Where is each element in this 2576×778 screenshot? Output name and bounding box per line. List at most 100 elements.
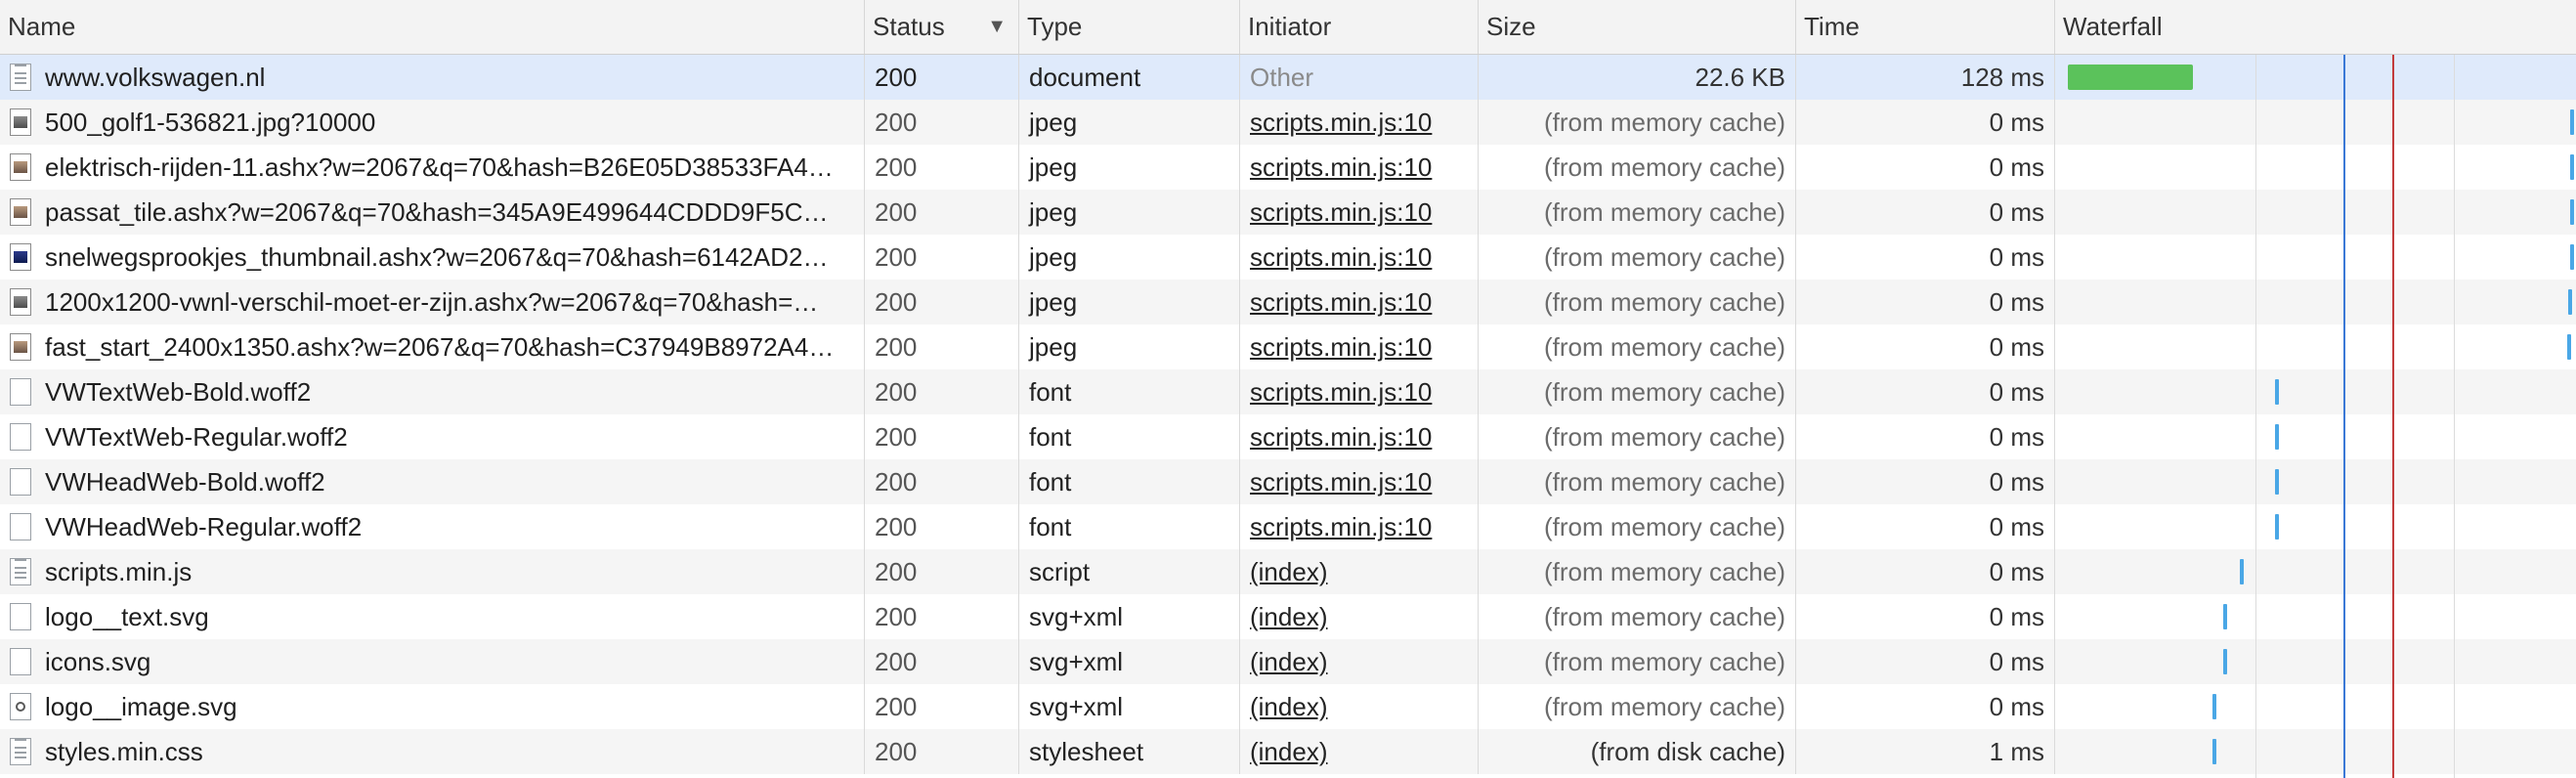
request-name[interactable]: VWTextWeb-Regular.woff2 <box>0 414 865 459</box>
initiator-link[interactable]: scripts.min.js:10 <box>1250 152 1432 182</box>
request-time: 0 ms <box>1796 594 2055 639</box>
initiator-link[interactable]: (index) <box>1250 692 1327 721</box>
request-name[interactable]: scripts.min.js <box>0 549 865 594</box>
table-row[interactable]: logo__text.svg 200 svg+xml (index) (from mem… <box>0 594 2576 639</box>
request-initiator[interactable]: scripts.min.js:10 <box>1240 414 1479 459</box>
request-name[interactable]: 500_golf1-536821.jpg?10000 <box>0 100 865 145</box>
initiator-link[interactable]: (index) <box>1250 602 1327 631</box>
column-header-initiator[interactable]: Initiator <box>1240 0 1479 54</box>
request-initiator[interactable]: (index) <box>1240 549 1479 594</box>
request-size: (from memory cache) <box>1479 145 1796 190</box>
request-name-text: scripts.min.js <box>45 557 193 586</box>
request-type: jpeg <box>1019 235 1240 280</box>
table-row[interactable]: icons.svg 200 svg+xml (index) (from memory c… <box>0 639 2576 684</box>
table-row[interactable]: VWTextWeb-Regular.woff2 200 font scripts.mi… <box>0 414 2576 459</box>
request-initiator[interactable]: (index) <box>1240 639 1479 684</box>
request-name[interactable]: VWHeadWeb-Regular.woff2 <box>0 504 865 549</box>
initiator-link[interactable]: scripts.min.js:10 <box>1250 467 1432 497</box>
column-header-size[interactable]: Size <box>1479 0 1796 54</box>
request-size: (from disk cache) <box>1479 729 1796 774</box>
table-row[interactable]: www.volkswagen.nl 200 document Other 22.6 KB… <box>0 55 2576 100</box>
request-initiator[interactable]: scripts.min.js:10 <box>1240 324 1479 369</box>
table-row[interactable]: elektrisch-rijden-11.ashx?w=2067&q=70&ha… <box>0 145 2576 190</box>
request-initiator[interactable]: scripts.min.js:10 <box>1240 235 1479 280</box>
request-initiator[interactable]: scripts.min.js:10 <box>1240 145 1479 190</box>
request-name[interactable]: fast_start_2400x1350.ashx?w=2067&q=70&ha… <box>0 324 865 369</box>
request-status: 200 <box>865 504 1019 549</box>
table-row[interactable]: 1200x1200-vwnl-verschil-moet-er-zijn.ash… <box>0 280 2576 324</box>
initiator-text: Other <box>1250 63 1314 92</box>
request-initiator[interactable]: scripts.min.js:10 <box>1240 504 1479 549</box>
waterfall-timing-tick <box>2212 739 2216 764</box>
waterfall-cell <box>2055 639 2576 684</box>
column-header-status[interactable]: Status ▼ <box>865 0 1019 54</box>
request-type: jpeg <box>1019 280 1240 324</box>
request-type: script <box>1019 549 1240 594</box>
table-row[interactable]: VWHeadWeb-Regular.woff2 200 font scripts.mi… <box>0 504 2576 549</box>
request-name[interactable]: logo__text.svg <box>0 594 865 639</box>
table-row[interactable]: snelwegsprookjes_thumbnail.ashx?w=2067&q… <box>0 235 2576 280</box>
request-type: svg+xml <box>1019 639 1240 684</box>
image-icon <box>10 333 31 361</box>
request-size: (from memory cache) <box>1479 280 1796 324</box>
request-type: jpeg <box>1019 324 1240 369</box>
request-name[interactable]: styles.min.css <box>0 729 865 774</box>
request-initiator[interactable]: scripts.min.js:10 <box>1240 459 1479 504</box>
waterfall-gridline <box>2255 55 2256 778</box>
initiator-link[interactable]: scripts.min.js:10 <box>1250 512 1432 541</box>
column-header-name[interactable]: Name <box>0 0 865 54</box>
column-header-type[interactable]: Type <box>1019 0 1240 54</box>
request-initiator[interactable]: scripts.min.js:10 <box>1240 100 1479 145</box>
table-row[interactable]: VWHeadWeb-Bold.woff2 200 font scripts.min.j… <box>0 459 2576 504</box>
table-row[interactable]: passat_tile.ashx?w=2067&q=70&hash=345A9E… <box>0 190 2576 235</box>
request-name[interactable]: VWTextWeb-Bold.woff2 <box>0 369 865 414</box>
request-name[interactable]: icons.svg <box>0 639 865 684</box>
request-size: (from memory cache) <box>1479 324 1796 369</box>
waterfall-cell <box>2055 145 2576 190</box>
request-name-text: logo__text.svg <box>45 602 209 631</box>
request-status: 200 <box>865 280 1019 324</box>
column-header-time[interactable]: Time <box>1796 0 2055 54</box>
waterfall-cell <box>2055 594 2576 639</box>
sort-descending-icon: ▼ <box>987 16 1007 37</box>
table-row[interactable]: fast_start_2400x1350.ashx?w=2067&q=70&ha… <box>0 324 2576 369</box>
table-row[interactable]: VWTextWeb-Bold.woff2 200 font scripts.min.j… <box>0 369 2576 414</box>
initiator-link[interactable]: (index) <box>1250 647 1327 676</box>
request-size: (from memory cache) <box>1479 639 1796 684</box>
initiator-link[interactable]: (index) <box>1250 737 1327 766</box>
initiator-link[interactable]: (index) <box>1250 557 1327 586</box>
table-row[interactable]: 500_golf1-536821.jpg?10000 200 jpeg scripts… <box>0 100 2576 145</box>
request-initiator[interactable]: (index) <box>1240 684 1479 729</box>
request-initiator[interactable]: (index) <box>1240 594 1479 639</box>
column-header-waterfall[interactable]: Waterfall <box>2055 0 2576 54</box>
request-name[interactable]: passat_tile.ashx?w=2067&q=70&hash=345A9E… <box>0 190 865 235</box>
request-name[interactable]: 1200x1200-vwnl-verschil-moet-er-zijn.ash… <box>0 280 865 324</box>
initiator-link[interactable]: scripts.min.js:10 <box>1250 108 1432 137</box>
initiator-link[interactable]: scripts.min.js:10 <box>1250 287 1432 317</box>
request-status: 200 <box>865 369 1019 414</box>
request-name[interactable]: logo__image.svg <box>0 684 865 729</box>
load-event-marker <box>2392 55 2394 778</box>
request-name[interactable]: VWHeadWeb-Bold.woff2 <box>0 459 865 504</box>
initiator-link[interactable]: scripts.min.js:10 <box>1250 377 1432 407</box>
request-name-text: passat_tile.ashx?w=2067&q=70&hash=345A9E… <box>45 197 829 227</box>
waterfall-cell <box>2055 729 2576 774</box>
table-row[interactable]: styles.min.css 200 stylesheet (index) (from … <box>0 729 2576 774</box>
waterfall-timing-tick <box>2570 244 2574 270</box>
request-time: 0 ms <box>1796 324 2055 369</box>
request-initiator[interactable]: scripts.min.js:10 <box>1240 369 1479 414</box>
initiator-link[interactable]: scripts.min.js:10 <box>1250 242 1432 272</box>
waterfall-timing-tick <box>2570 154 2574 180</box>
initiator-link[interactable]: scripts.min.js:10 <box>1250 422 1432 452</box>
initiator-link[interactable]: scripts.min.js:10 <box>1250 332 1432 362</box>
request-initiator[interactable]: (index) <box>1240 729 1479 774</box>
table-row[interactable]: scripts.min.js 200 script (index) (from memo… <box>0 549 2576 594</box>
request-initiator[interactable]: scripts.min.js:10 <box>1240 280 1479 324</box>
request-name[interactable]: elektrisch-rijden-11.ashx?w=2067&q=70&ha… <box>0 145 865 190</box>
request-name[interactable]: www.volkswagen.nl <box>0 55 865 100</box>
request-initiator[interactable]: scripts.min.js:10 <box>1240 190 1479 235</box>
table-row[interactable]: logo__image.svg 200 svg+xml (index) (from me… <box>0 684 2576 729</box>
request-time: 0 ms <box>1796 459 2055 504</box>
initiator-link[interactable]: scripts.min.js:10 <box>1250 197 1432 227</box>
request-name[interactable]: snelwegsprookjes_thumbnail.ashx?w=2067&q… <box>0 235 865 280</box>
